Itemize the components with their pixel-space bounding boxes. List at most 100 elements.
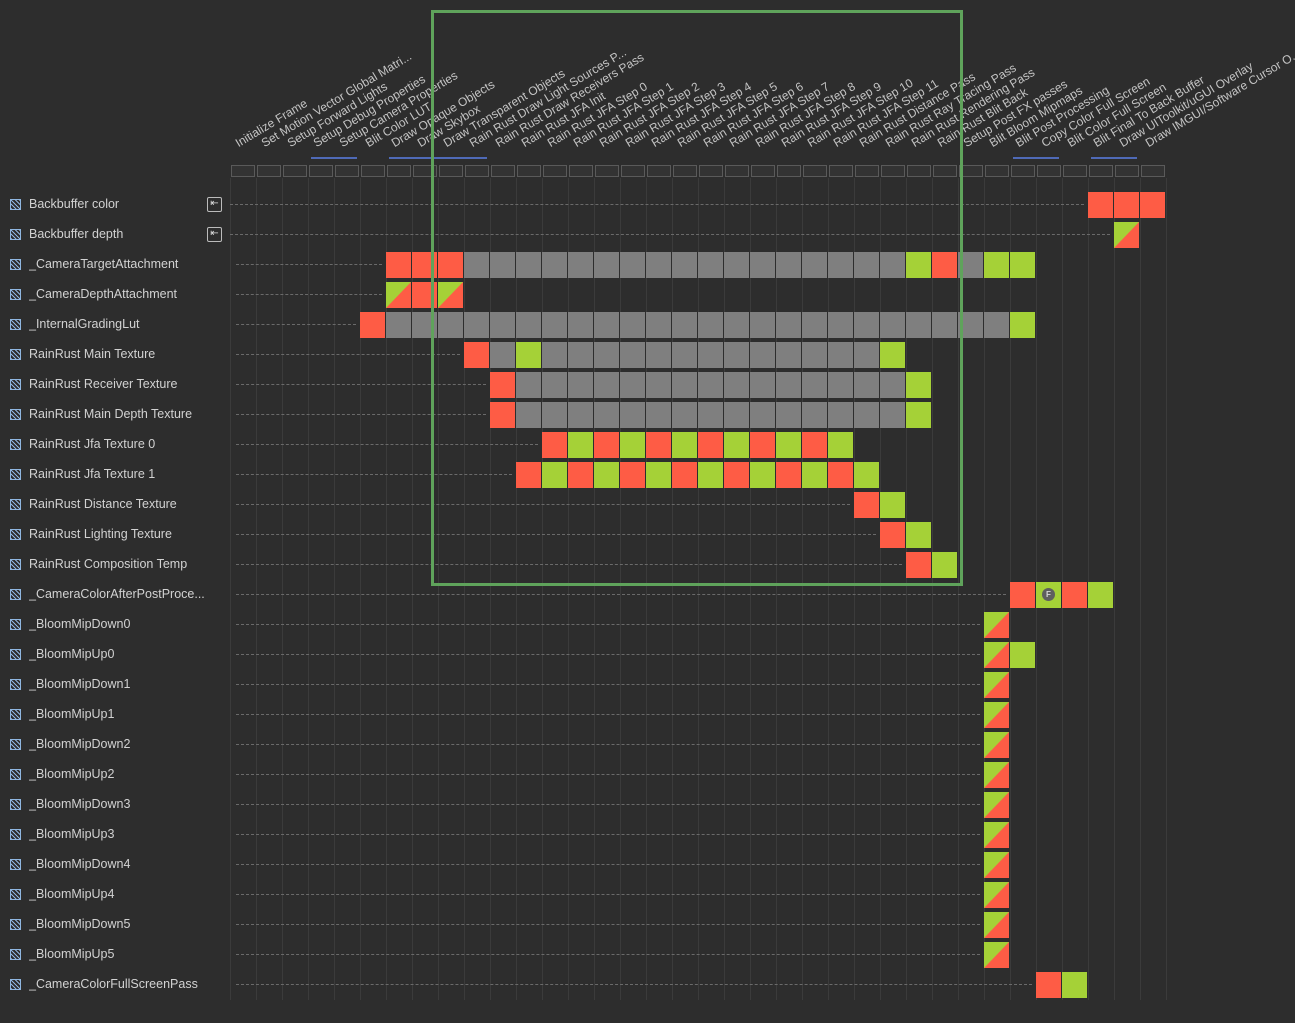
in-use-cell[interactable] <box>646 372 672 398</box>
read-write-access-cell[interactable] <box>984 912 1010 938</box>
read-access-cell[interactable] <box>828 432 854 458</box>
pass-column-toggle[interactable] <box>907 165 931 177</box>
in-use-cell[interactable] <box>698 342 724 368</box>
read-access-cell[interactable] <box>1010 642 1036 668</box>
write-access-cell[interactable] <box>672 462 698 488</box>
in-use-cell[interactable] <box>542 372 568 398</box>
in-use-cell[interactable] <box>880 252 906 278</box>
in-use-cell[interactable] <box>646 252 672 278</box>
in-use-cell[interactable] <box>854 312 880 338</box>
in-use-cell[interactable] <box>620 402 646 428</box>
read-access-cell[interactable] <box>984 252 1010 278</box>
pass-column-toggle[interactable] <box>959 165 983 177</box>
in-use-cell[interactable] <box>516 402 542 428</box>
in-use-cell[interactable] <box>438 312 464 338</box>
in-use-cell[interactable] <box>594 372 620 398</box>
resource-row[interactable]: RainRust Composition Temp <box>0 550 230 580</box>
in-use-cell[interactable] <box>854 342 880 368</box>
read-write-access-cell[interactable] <box>984 672 1010 698</box>
read-access-cell[interactable] <box>906 252 932 278</box>
resource-row[interactable]: _BloomMipDown2 <box>0 730 230 760</box>
fbfetch-access-cell[interactable]: F <box>1036 582 1062 608</box>
in-use-cell[interactable] <box>464 252 490 278</box>
pass-column-toggle[interactable] <box>621 165 645 177</box>
in-use-cell[interactable] <box>672 372 698 398</box>
import-icon[interactable]: ⇤ <box>207 197 222 212</box>
write-access-cell[interactable] <box>620 462 646 488</box>
in-use-cell[interactable] <box>568 312 594 338</box>
pass-column-toggle[interactable] <box>1089 165 1113 177</box>
resource-row[interactable]: _BloomMipUp4 <box>0 880 230 910</box>
resource-row[interactable]: _CameraColorFullScreenPass <box>0 970 230 1000</box>
write-access-cell[interactable] <box>724 462 750 488</box>
resource-row[interactable]: RainRust Distance Texture <box>0 490 230 520</box>
in-use-cell[interactable] <box>490 312 516 338</box>
in-use-cell[interactable] <box>984 312 1010 338</box>
pass-column-toggle[interactable] <box>543 165 567 177</box>
read-access-cell[interactable] <box>1062 972 1088 998</box>
resource-row[interactable]: _BloomMipUp5 <box>0 940 230 970</box>
write-access-cell[interactable] <box>1010 582 1036 608</box>
resource-row[interactable]: RainRust Lighting Texture <box>0 520 230 550</box>
pass-column-toggle[interactable] <box>699 165 723 177</box>
in-use-cell[interactable] <box>828 342 854 368</box>
in-use-cell[interactable] <box>750 372 776 398</box>
in-use-cell[interactable] <box>620 342 646 368</box>
read-access-cell[interactable] <box>802 462 828 488</box>
pass-column-toggle[interactable] <box>933 165 957 177</box>
in-use-cell[interactable] <box>724 372 750 398</box>
pass-column-toggle[interactable] <box>309 165 333 177</box>
in-use-cell[interactable] <box>698 252 724 278</box>
write-access-cell[interactable] <box>490 402 516 428</box>
read-access-cell[interactable] <box>906 522 932 548</box>
in-use-cell[interactable] <box>490 342 516 368</box>
write-access-cell[interactable] <box>386 252 412 278</box>
pass-column-toggle[interactable] <box>517 165 541 177</box>
import-icon[interactable]: ⇤ <box>207 227 222 242</box>
in-use-cell[interactable] <box>776 372 802 398</box>
read-write-access-cell[interactable] <box>984 732 1010 758</box>
in-use-cell[interactable] <box>958 252 984 278</box>
pass-column-toggle[interactable] <box>595 165 619 177</box>
in-use-cell[interactable] <box>594 312 620 338</box>
read-access-cell[interactable] <box>880 492 906 518</box>
write-access-cell[interactable] <box>880 522 906 548</box>
in-use-cell[interactable] <box>854 372 880 398</box>
in-use-cell[interactable] <box>802 252 828 278</box>
in-use-cell[interactable] <box>620 252 646 278</box>
write-access-cell[interactable] <box>906 552 932 578</box>
in-use-cell[interactable] <box>568 402 594 428</box>
read-access-cell[interactable] <box>906 372 932 398</box>
in-use-cell[interactable] <box>646 312 672 338</box>
read-access-cell[interactable] <box>1088 582 1114 608</box>
resource-row[interactable]: _BloomMipDown5 <box>0 910 230 940</box>
read-access-cell[interactable] <box>724 432 750 458</box>
pass-column-toggle[interactable] <box>647 165 671 177</box>
in-use-cell[interactable] <box>542 402 568 428</box>
in-use-cell[interactable] <box>568 372 594 398</box>
pass-column-toggle[interactable] <box>751 165 775 177</box>
in-use-cell[interactable] <box>724 252 750 278</box>
in-use-cell[interactable] <box>776 252 802 278</box>
read-access-cell[interactable] <box>750 462 776 488</box>
resource-row[interactable]: _BloomMipDown4 <box>0 850 230 880</box>
in-use-cell[interactable] <box>802 312 828 338</box>
resource-row[interactable]: _BloomMipUp3 <box>0 820 230 850</box>
pass-column-toggle[interactable] <box>1141 165 1165 177</box>
in-use-cell[interactable] <box>880 312 906 338</box>
in-use-cell[interactable] <box>750 252 776 278</box>
read-access-cell[interactable] <box>516 342 542 368</box>
in-use-cell[interactable] <box>542 252 568 278</box>
in-use-cell[interactable] <box>386 312 412 338</box>
pass-column-toggle[interactable] <box>803 165 827 177</box>
pass-column-toggle[interactable] <box>881 165 905 177</box>
read-access-cell[interactable] <box>542 462 568 488</box>
pass-column-toggle[interactable] <box>855 165 879 177</box>
in-use-cell[interactable] <box>724 402 750 428</box>
pass-column-toggle[interactable] <box>1011 165 1035 177</box>
in-use-cell[interactable] <box>802 402 828 428</box>
pass-column-toggle[interactable] <box>1063 165 1087 177</box>
pass-column-toggle[interactable] <box>1115 165 1139 177</box>
pass-column-toggle[interactable] <box>413 165 437 177</box>
in-use-cell[interactable] <box>958 312 984 338</box>
